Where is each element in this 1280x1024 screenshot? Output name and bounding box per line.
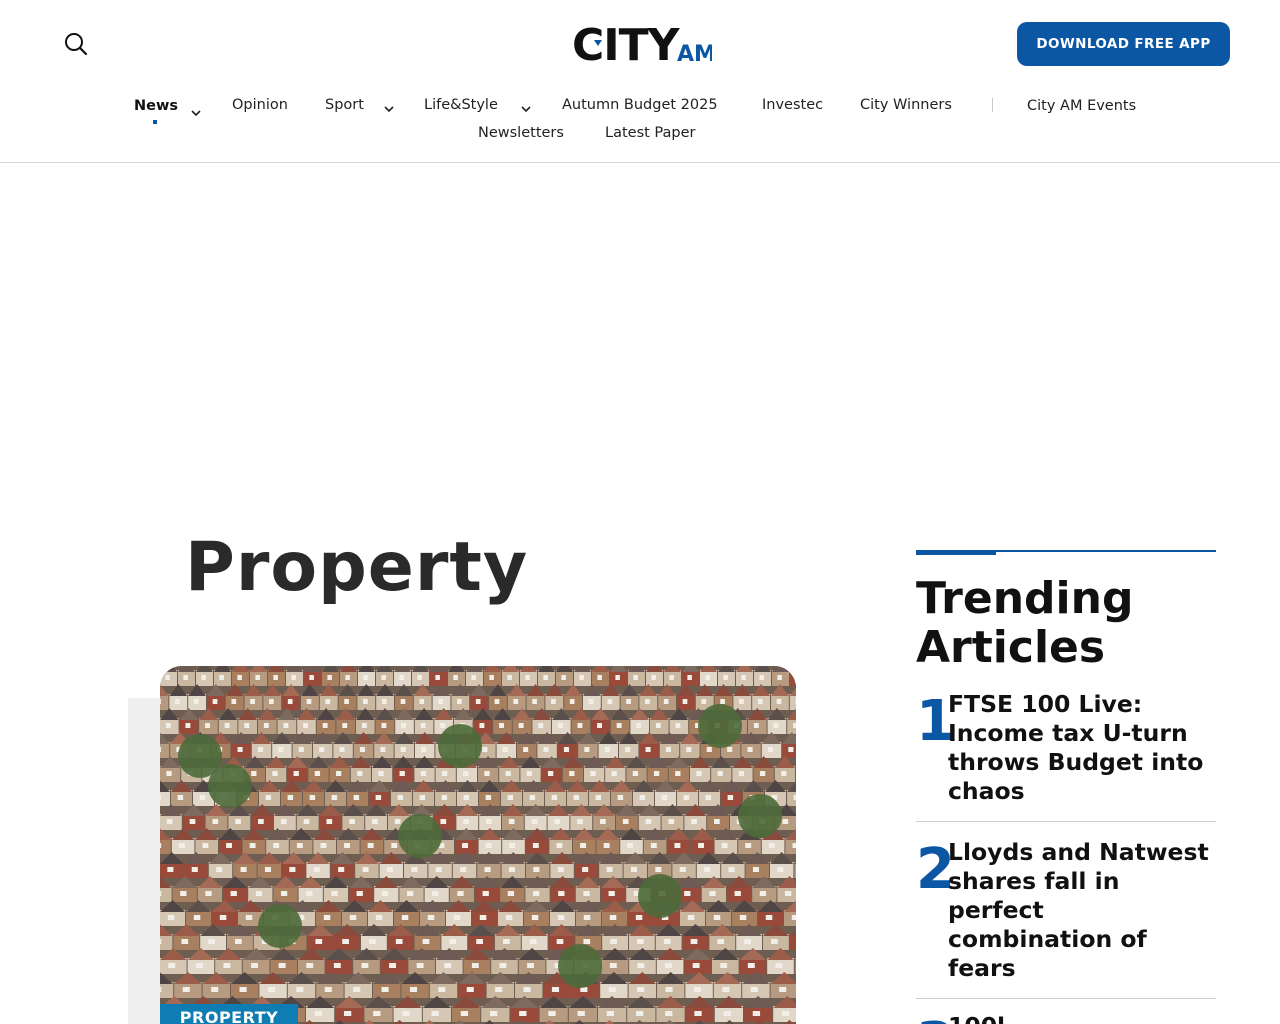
headline-line: ​100l (948, 1012, 1218, 1024)
chevron-down-icon[interactable] (190, 103, 202, 117)
page-title: Property (185, 528, 529, 607)
trending-rule-accent (916, 550, 996, 555)
trending-headline[interactable]: Lloyds and Natwest shares fall in ​​ per… (948, 838, 1218, 983)
trending-article-3[interactable]: 3 ​100l (916, 1012, 1216, 1024)
nav-item-news[interactable]: News (134, 98, 178, 114)
trending-article-1[interactable]: 1 FTSE 100 Live: Income tax U-turn throw… (916, 690, 1216, 810)
headline-line: chaos (948, 777, 1025, 805)
nav-item-sport[interactable]: Sport (325, 97, 364, 113)
nav-divider (992, 98, 993, 112)
headline-line: Lloyds and Natwest (948, 838, 1209, 866)
trending-divider (916, 821, 1216, 822)
chevron-down-icon[interactable] (383, 99, 395, 113)
headline-line: perfect (948, 896, 1044, 924)
nav-item-opinion[interactable]: Opinion (232, 97, 288, 113)
headline-line: Income tax U-turn (948, 719, 1188, 747)
nav-item-investec[interactable]: Investec (762, 97, 823, 113)
headline-line: combination​​ of (948, 925, 1147, 953)
active-nav-indicator (153, 120, 157, 124)
headline-line: FTSE 100 Live: (948, 690, 1143, 718)
logo-text-main: CITY (572, 20, 681, 68)
trending-headline[interactable]: FTSE 100 Live: Income tax U-turn throws … (948, 690, 1218, 806)
trending-article-2[interactable]: 2 Lloyds and Natwest shares fall in ​​ p… (916, 838, 1216, 988)
headline-line: fears (948, 954, 1016, 982)
headline-line: throws Budget into (948, 748, 1204, 776)
search-icon[interactable] (62, 30, 90, 58)
trending-divider (916, 998, 1216, 999)
hero-houses-illustration (160, 666, 796, 1024)
nav-item-city-am-events[interactable]: City AM Events (1027, 98, 1136, 114)
hero-category-tag[interactable]: PROPERTY (160, 1004, 298, 1024)
nav-item-lifestyle[interactable]: Life&Style (424, 97, 498, 113)
logo-text-sub: AM (677, 42, 712, 67)
trending-headline[interactable]: ​100l (948, 1012, 1218, 1024)
city-am-logo[interactable]: CITY AM (572, 20, 716, 71)
trending-title-line1: Trending (916, 573, 1134, 624)
nav-item-autumn-budget[interactable]: Autumn Budget 2025 (562, 97, 718, 113)
site-header: CITY AM DOWNLOAD FREE APP News Opinion S… (0, 0, 1280, 163)
ad-slot (0, 164, 1280, 504)
nav-item-newsletters[interactable]: Newsletters (478, 125, 564, 141)
nav-item-latest-paper[interactable]: Latest Paper (605, 125, 695, 141)
download-app-button[interactable]: DOWNLOAD FREE APP (1017, 22, 1230, 66)
chevron-down-icon[interactable] (520, 99, 532, 113)
trending-title: Trending Articles (916, 574, 1216, 672)
headline-line: shares fall in ​​ (948, 867, 1128, 895)
nav-item-city-winners[interactable]: City Winners (860, 97, 952, 113)
hero-image[interactable] (160, 666, 796, 1024)
trending-title-line2: Articles (916, 622, 1106, 673)
